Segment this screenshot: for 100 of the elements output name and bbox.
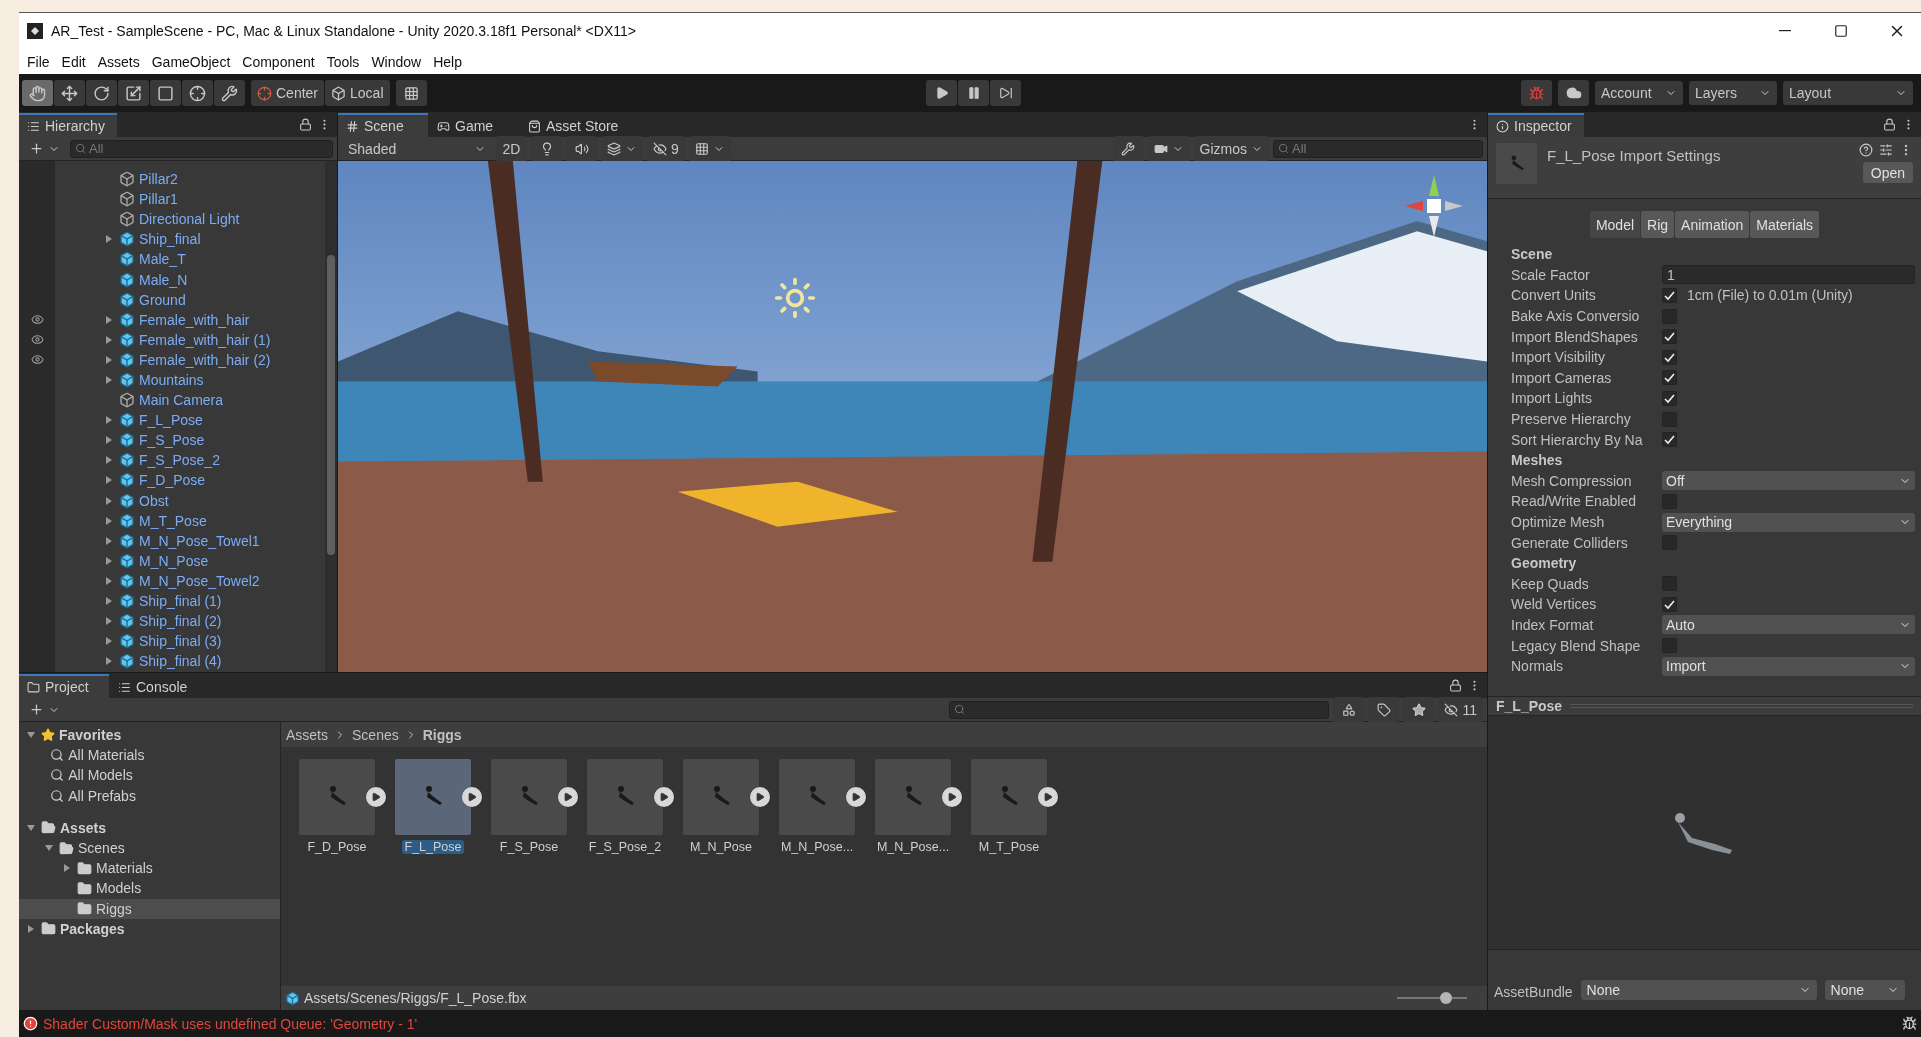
hierarchy-item[interactable]: Male_T <box>19 249 325 270</box>
scale-tool-button[interactable] <box>118 80 149 106</box>
import-tab[interactable]: Animation <box>1675 211 1750 238</box>
hierarchy-item[interactable]: M_N_Pose_Towel1 <box>19 530 325 551</box>
hierarchy-item[interactable]: Ground <box>19 289 325 310</box>
hierarchy-item[interactable]: Ship_final (3) <box>19 631 325 652</box>
custom-tool-button[interactable] <box>214 80 245 106</box>
menu-item[interactable]: File <box>21 53 56 70</box>
expand-button[interactable] <box>462 787 482 807</box>
hierarchy-item[interactable]: Female_with_hair (2) <box>19 349 325 370</box>
menu-item[interactable]: Help <box>427 53 468 70</box>
hierarchy-item[interactable]: Ship_final (4) <box>19 651 325 672</box>
import-tab[interactable]: Materials <box>1750 211 1820 238</box>
folder-tree-item[interactable]: Scenes <box>19 837 280 859</box>
hierarchy-item[interactable]: Female_with_hair (1) <box>19 329 325 350</box>
asset-label[interactable]: M_N_Pose... <box>777 840 857 854</box>
checkbox[interactable] <box>1662 596 1677 612</box>
hierarchy-item[interactable]: Male_N <box>19 269 325 290</box>
dropdown[interactable]: Import <box>1662 656 1915 676</box>
menu-item[interactable]: GameObject <box>145 53 237 70</box>
menu-item[interactable]: Component <box>236 53 321 70</box>
expand-button[interactable] <box>654 787 674 807</box>
scrollbar[interactable] <box>325 161 337 672</box>
pivot-local-button[interactable]: Local <box>325 80 390 106</box>
expand-button[interactable] <box>366 787 386 807</box>
hand-tool-button[interactable] <box>22 80 53 106</box>
eye-icon[interactable] <box>30 353 44 367</box>
hidden-objects-toggle[interactable]: 9 <box>647 135 685 162</box>
checkbox[interactable] <box>1662 432 1677 448</box>
saved-search-item[interactable]: All Materials <box>19 745 280 766</box>
menu-item[interactable]: Assets <box>91 53 146 70</box>
folder-tree-item[interactable]: Assets <box>19 817 280 838</box>
hidden-packages-toggle[interactable]: 11 <box>1438 696 1483 723</box>
gizmos-dropdown[interactable]: Gizmos <box>1193 135 1269 162</box>
pivot-center-button[interactable]: Center <box>251 80 325 106</box>
rotate-tool-button[interactable] <box>86 80 117 106</box>
asset-bundle-dropdown[interactable]: None <box>1580 980 1817 1000</box>
step-button[interactable] <box>990 80 1022 106</box>
hierarchy-item[interactable]: F_S_Pose <box>19 430 325 451</box>
hierarchy-item[interactable]: Ship_final <box>19 229 325 250</box>
text-field[interactable]: 1 <box>1662 265 1915 285</box>
expand-button[interactable] <box>846 787 866 807</box>
status-message[interactable]: Shader Custom/Mask uses undefined Queue: 'Geometry - 1' <box>43 1015 418 1032</box>
menu-item[interactable]: Edit <box>55 53 92 70</box>
hierarchy-item[interactable]: M_N_Pose_Towel2 <box>19 570 325 591</box>
view-tab[interactable]: Scene <box>338 113 428 137</box>
dropdown[interactable]: Off <box>1662 471 1915 491</box>
hierarchy-item[interactable]: Directional Light <box>19 209 325 230</box>
hierarchy-item[interactable]: Female_with_hair <box>19 309 325 330</box>
asset-label[interactable]: F_D_Pose <box>304 840 370 854</box>
dropdown[interactable]: Auto <box>1662 615 1915 635</box>
hierarchy-item[interactable]: Ship_final (2) <box>19 611 325 632</box>
folder-tree-item[interactable]: Materials <box>19 858 280 879</box>
expand-button[interactable] <box>750 787 770 807</box>
hierarchy-item[interactable]: Obst <box>19 490 325 511</box>
saved-search-item[interactable]: All Models <box>19 765 280 786</box>
eye-icon[interactable] <box>30 333 44 347</box>
grid-snap-button[interactable] <box>395 80 427 106</box>
hierarchy-item[interactable]: F_L_Pose <box>19 410 325 431</box>
model-thumbnail[interactable] <box>395 759 471 835</box>
hierarchy-item[interactable]: Main Camera <box>19 390 325 411</box>
checkbox[interactable] <box>1662 329 1677 345</box>
menu-item[interactable]: Window <box>365 53 428 70</box>
variant-dropdown[interactable]: None <box>1824 980 1905 1000</box>
asset-label[interactable]: M_N_Pose <box>687 840 755 854</box>
expand-button[interactable] <box>942 787 962 807</box>
asset-label[interactable]: F_S_Pose_2 <box>585 840 665 854</box>
expand-button[interactable] <box>1038 787 1058 807</box>
checkbox[interactable] <box>1662 370 1677 386</box>
checkbox[interactable] <box>1662 390 1677 406</box>
asset-label[interactable]: F_S_Pose <box>496 840 562 854</box>
folder-tree-item[interactable]: Models <box>19 878 280 899</box>
favorites-header[interactable]: Favorites <box>19 725 280 746</box>
breadcrumb-item[interactable]: Riggs <box>422 726 462 743</box>
folder-tree-item[interactable]: Riggs <box>19 898 280 919</box>
asset-label[interactable]: F_L_Pose <box>401 840 465 854</box>
eye-icon[interactable] <box>30 313 44 327</box>
expand-button[interactable] <box>558 787 578 807</box>
hierarchy-item[interactable]: F_S_Pose_2 <box>19 450 325 471</box>
hierarchy-item[interactable]: M_T_Pose <box>19 510 325 531</box>
dropdown[interactable]: Everything <box>1662 512 1915 532</box>
layers-dropdown[interactable]: Layers <box>1689 81 1777 105</box>
checkbox[interactable] <box>1662 349 1677 365</box>
model-thumbnail[interactable] <box>587 759 663 835</box>
checkbox[interactable] <box>1662 288 1677 303</box>
2d-toggle[interactable]: 2D <box>496 135 527 162</box>
import-tab[interactable]: Rig <box>1641 211 1675 238</box>
panel-tab[interactable]: Project <box>19 674 109 698</box>
model-thumbnail[interactable] <box>971 759 1047 835</box>
transform-tool-button[interactable] <box>182 80 213 106</box>
rect-tool-button[interactable] <box>150 80 181 106</box>
play-button[interactable] <box>926 80 958 106</box>
cloud-button[interactable] <box>1558 80 1589 106</box>
import-tab[interactable]: Model <box>1589 211 1641 238</box>
inspector-tab[interactable]: Inspector <box>1488 113 1584 137</box>
layout-dropdown[interactable]: Layout <box>1783 81 1913 105</box>
open-button[interactable]: Open <box>1862 162 1913 183</box>
menu-item[interactable]: Tools <box>320 53 366 70</box>
hierarchy-item[interactable]: Mountains <box>19 369 325 391</box>
hierarchy-item[interactable]: Pillar2 <box>19 169 325 190</box>
